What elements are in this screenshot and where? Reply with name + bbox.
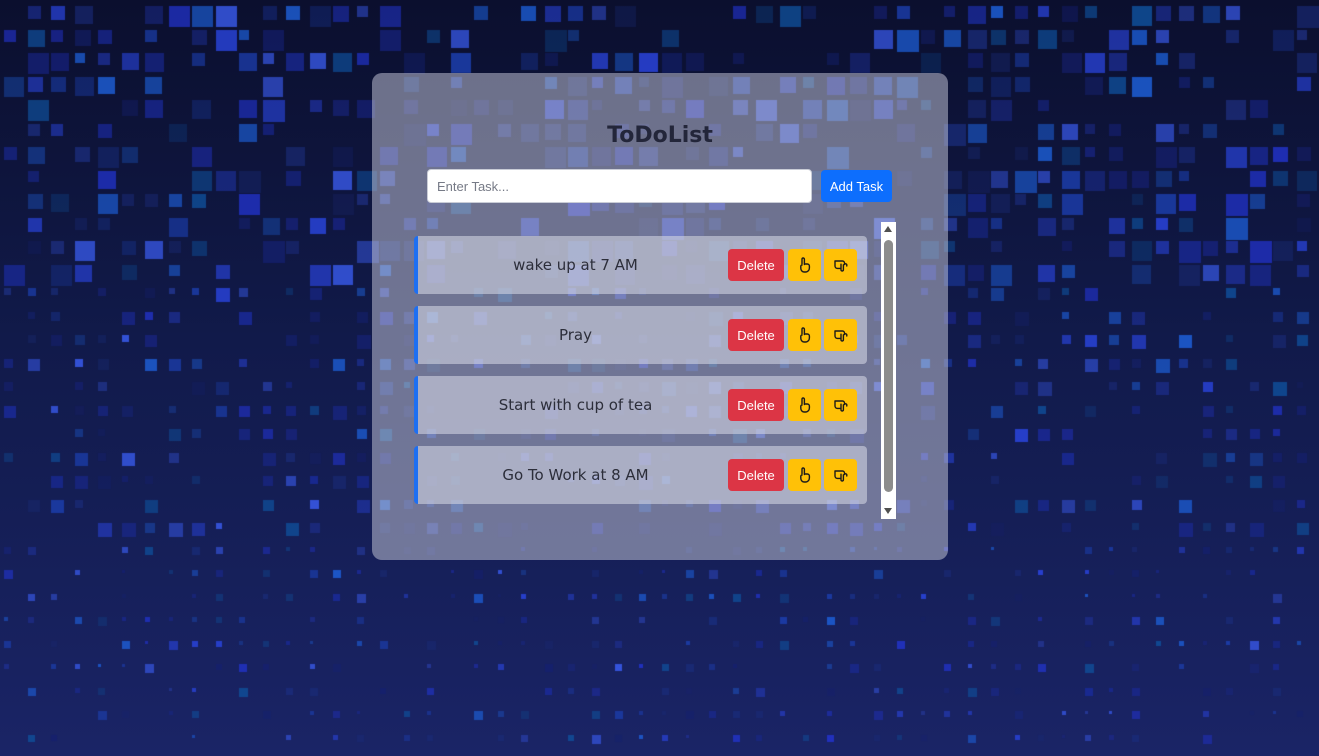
move-down-button[interactable]	[824, 249, 857, 281]
scroll-down-arrow-icon[interactable]	[884, 508, 892, 514]
hand-point-up-icon	[799, 257, 810, 273]
task-text: Go To Work at 8 AM	[502, 466, 649, 484]
delete-button[interactable]: Delete	[728, 249, 784, 281]
task-list-scrollbar[interactable]	[881, 222, 896, 519]
hand-point-down-icon	[833, 470, 847, 482]
move-up-button[interactable]	[788, 249, 821, 281]
scroll-up-arrow-icon[interactable]	[884, 226, 892, 232]
move-up-button[interactable]	[788, 459, 821, 491]
hand-point-up-icon	[799, 467, 810, 483]
hand-point-up-icon	[799, 327, 810, 343]
page-title: ToDoList	[607, 123, 713, 148]
hand-point-down-icon	[833, 330, 847, 342]
move-down-button[interactable]	[824, 389, 857, 421]
delete-button[interactable]: Delete	[728, 319, 784, 351]
task-list: wake up at 7 AM Delete Pray Delete Start…	[414, 236, 868, 506]
task-item: Start with cup of tea Delete	[414, 376, 867, 434]
delete-button[interactable]: Delete	[728, 389, 784, 421]
task-item: Go To Work at 8 AM Delete	[414, 446, 867, 504]
task-text: Pray	[558, 326, 593, 344]
move-up-button[interactable]	[788, 319, 821, 351]
task-text: Start with cup of tea	[498, 396, 653, 414]
task-text: wake up at 7 AM	[513, 256, 638, 274]
move-down-button[interactable]	[824, 459, 857, 491]
scrollbar-thumb[interactable]	[884, 240, 893, 492]
task-input[interactable]	[427, 169, 812, 203]
move-up-button[interactable]	[788, 389, 821, 421]
hand-point-up-icon	[799, 397, 810, 413]
delete-button[interactable]: Delete	[728, 459, 784, 491]
add-task-button[interactable]: Add Task	[821, 170, 892, 202]
hand-point-down-icon	[833, 400, 847, 412]
move-down-button[interactable]	[824, 319, 857, 351]
todo-card: ToDoList Add Task wake up at 7 AM Delete…	[372, 73, 948, 560]
task-item: Pray Delete	[414, 306, 867, 364]
hand-point-down-icon	[833, 260, 847, 272]
task-item: wake up at 7 AM Delete	[414, 236, 867, 294]
